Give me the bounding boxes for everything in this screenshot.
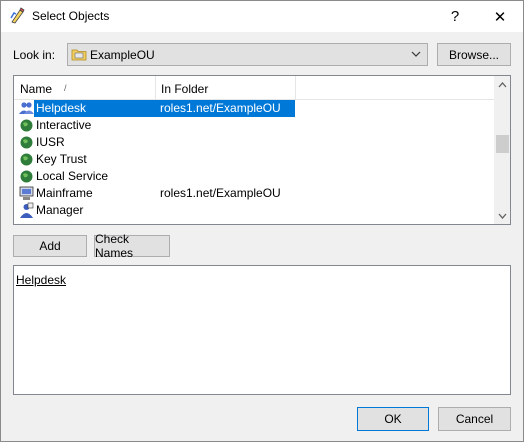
dialog-title: Select Objects — [32, 9, 110, 23]
list-item-folder — [155, 117, 295, 134]
help-button[interactable]: ? — [432, 1, 478, 32]
list-item-name: Key Trust — [36, 152, 87, 166]
scroll-down-button[interactable] — [494, 207, 510, 224]
title-bar: Select Objects ? ✕ — [1, 1, 523, 32]
cancel-button[interactable]: Cancel — [438, 407, 511, 431]
list-item-folder: roles1.net/ExampleOU — [160, 186, 281, 200]
dialog-app-icon — [10, 7, 25, 24]
selected-object-link[interactable]: Helpdesk — [16, 273, 66, 287]
add-button[interactable]: Add — [13, 235, 87, 257]
list-item-folder — [155, 151, 295, 168]
group-icon — [19, 102, 34, 114]
column-header-in-folder[interactable]: In Folder — [161, 82, 208, 96]
select-objects-dialog: Select Objects ? ✕ Look in: ExampleOU Br… — [0, 0, 524, 442]
list-scrollbar[interactable] — [494, 76, 510, 224]
globe-icon — [20, 170, 33, 183]
list-item-manager[interactable]: Manager — [14, 202, 494, 219]
list-item-name: Manager — [36, 203, 84, 217]
scroll-up-button[interactable] — [494, 76, 510, 93]
list-item-folder — [155, 202, 295, 219]
list-item-name: IUSR — [36, 135, 65, 149]
chevron-down-icon — [498, 213, 507, 219]
look-in-label: Look in: — [13, 48, 56, 62]
computer-icon — [19, 186, 34, 200]
list-header: Name / In Folder — [14, 76, 494, 100]
column-header-name[interactable]: Name — [20, 82, 52, 96]
list-item-iusr[interactable]: IUSR — [14, 134, 494, 151]
list-item-local-service[interactable]: Local Service — [14, 168, 494, 185]
chevron-down-icon — [411, 51, 421, 57]
list-item-name: Mainframe — [36, 186, 93, 200]
sort-indicator: / — [64, 83, 67, 93]
list-item-name: Helpdesk — [34, 100, 155, 117]
folder-icon — [71, 49, 87, 61]
list-item-folder — [155, 168, 295, 185]
chevron-up-icon — [498, 81, 507, 87]
list-item-name: Interactive — [36, 118, 92, 132]
list-item-folder — [155, 134, 295, 151]
column-divider[interactable] — [295, 76, 296, 100]
list-item-mainframe[interactable]: Mainframe roles1.net/ExampleOU — [14, 185, 494, 202]
selected-objects-field[interactable]: Helpdesk — [13, 265, 511, 395]
close-button[interactable]: ✕ — [477, 1, 523, 32]
user-icon — [20, 202, 34, 218]
globe-icon — [20, 136, 33, 149]
list-item-key-trust[interactable]: Key Trust — [14, 151, 494, 168]
list-item-name: Local Service — [36, 169, 109, 183]
list-item-folder: roles1.net/ExampleOU — [155, 100, 295, 117]
list-item-interactive[interactable]: Interactive — [14, 117, 494, 134]
scroll-thumb[interactable] — [496, 135, 509, 153]
look-in-dropdown[interactable]: ExampleOU — [67, 43, 428, 66]
browse-button[interactable]: Browse... — [437, 43, 511, 66]
globe-icon — [20, 119, 33, 132]
object-list[interactable]: Name / In Folder Helpdesk roles1.net/Exa… — [13, 75, 511, 225]
ok-button[interactable]: OK — [357, 407, 429, 431]
check-names-button[interactable]: Check Names — [94, 232, 170, 260]
column-divider[interactable] — [155, 76, 156, 100]
look-in-value: ExampleOU — [90, 48, 155, 62]
list-item-helpdesk[interactable]: Helpdesk roles1.net/ExampleOU — [14, 100, 494, 117]
globe-icon — [20, 153, 33, 166]
